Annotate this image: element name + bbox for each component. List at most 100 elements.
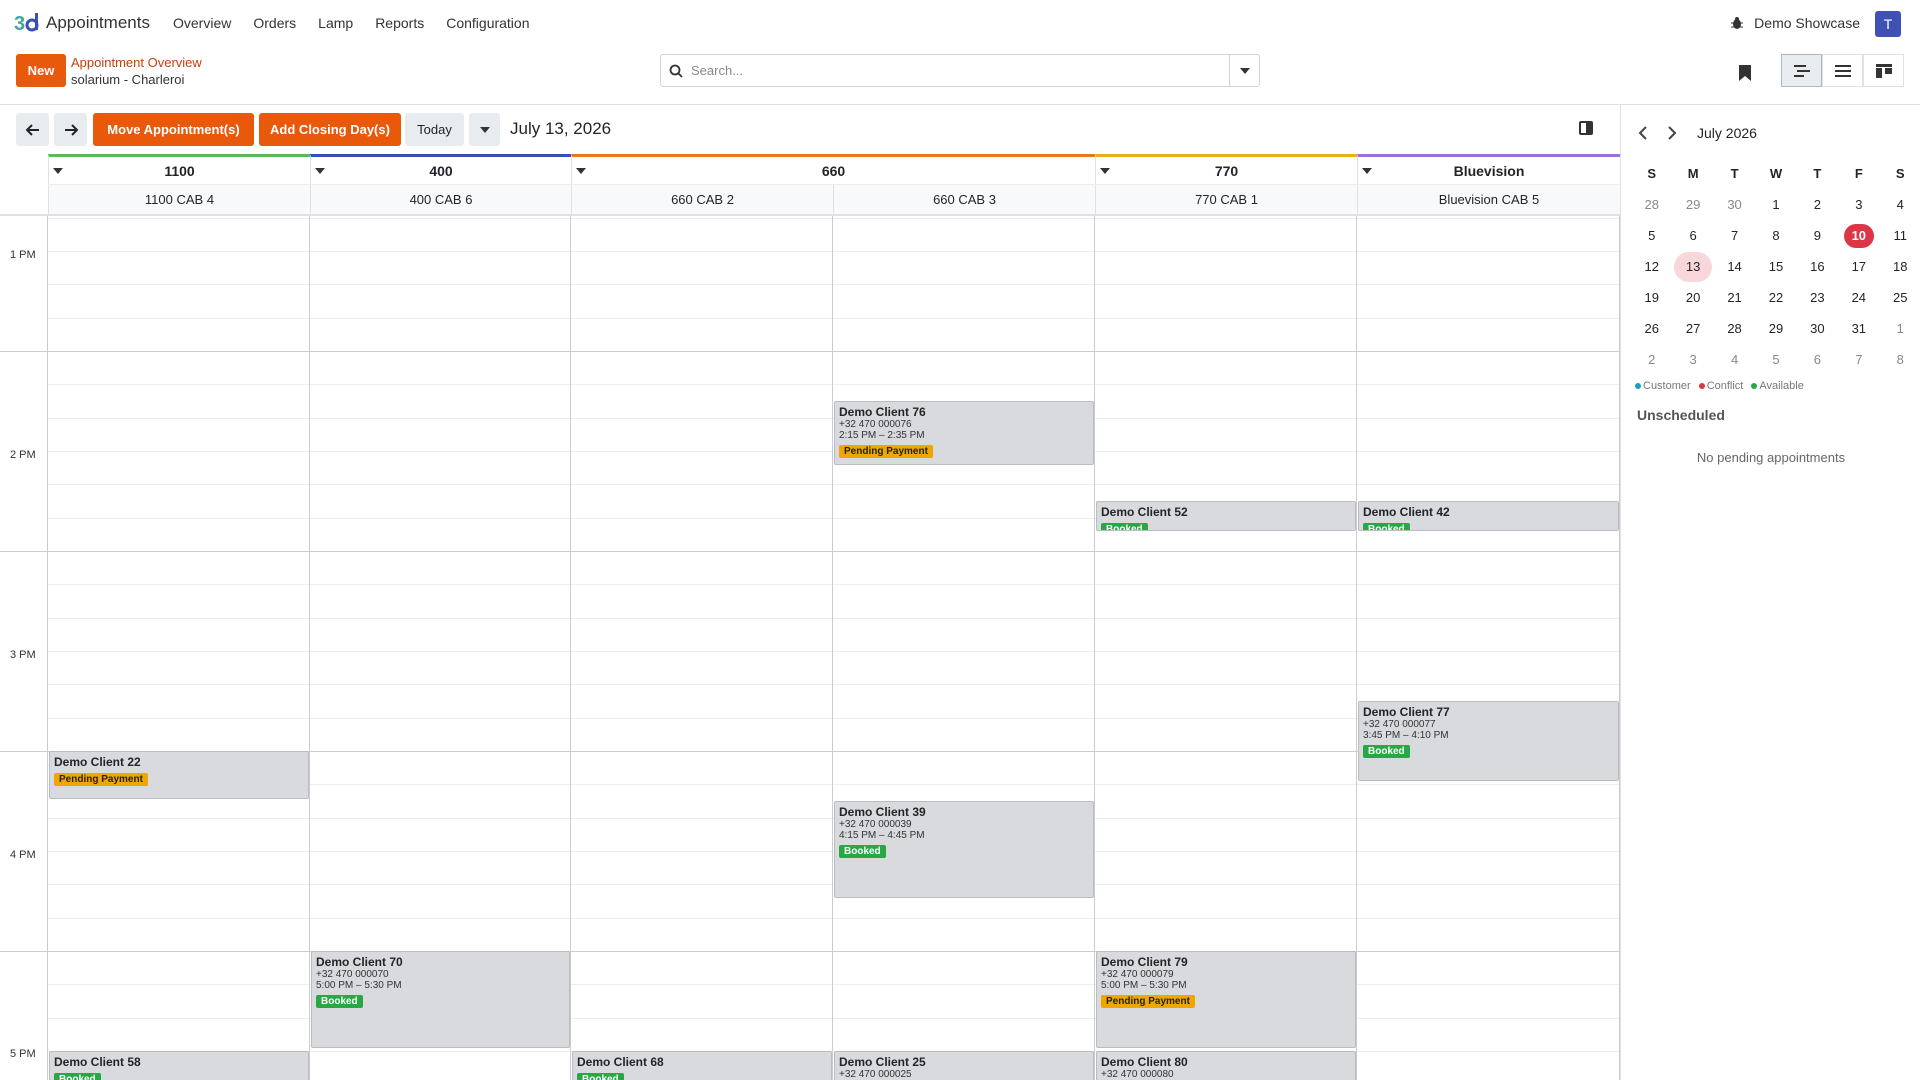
mini-calendar-day[interactable]: 25: [1880, 290, 1920, 305]
appointment-card[interactable]: Demo Client 70 +32 470 000070 5:00 PM – 5:…: [311, 951, 570, 1048]
chevron-down-icon[interactable]: [53, 168, 63, 174]
mini-calendar-day[interactable]: 30: [1714, 197, 1755, 212]
mini-calendar-day[interactable]: 6: [1797, 352, 1838, 367]
mini-calendar-day[interactable]: 16: [1797, 259, 1838, 274]
mini-calendar-day[interactable]: 10: [1838, 223, 1879, 248]
mini-calendar-day[interactable]: 2: [1797, 197, 1838, 212]
appointment-card[interactable]: Demo Client 25 +32 470 000025: [834, 1051, 1094, 1080]
mini-calendar-day[interactable]: 27: [1672, 321, 1713, 336]
add-closing-days-button[interactable]: Add Closing Day(s): [259, 113, 401, 146]
mini-calendar-day[interactable]: 3: [1838, 197, 1879, 212]
chevron-down-icon[interactable]: [1100, 168, 1110, 174]
mini-calendar-day[interactable]: 17: [1838, 259, 1879, 274]
mini-calendar-day[interactable]: 1: [1880, 321, 1920, 336]
breadcrumb-link[interactable]: Appointment Overview: [71, 55, 202, 70]
mini-calendar-day[interactable]: 13: [1672, 251, 1713, 282]
appointment-time: 3:45 PM – 4:10 PM: [1363, 730, 1449, 741]
mini-calendar-day[interactable]: 15: [1755, 259, 1796, 274]
resource-group-header[interactable]: 400: [310, 154, 571, 184]
mini-calendar-day[interactable]: 24: [1838, 290, 1879, 305]
chevron-right-icon[interactable]: [1666, 126, 1678, 140]
mini-calendar-day[interactable]: 8: [1755, 228, 1796, 243]
today-button[interactable]: Today: [405, 113, 464, 146]
resource-group-header[interactable]: Bluevision: [1357, 154, 1620, 184]
mini-calendar-day[interactable]: 5: [1631, 228, 1672, 243]
appointment-card[interactable]: Demo Client 52 Booked: [1096, 501, 1356, 531]
svg-text:3: 3: [14, 13, 25, 35]
appointment-card[interactable]: Demo Client 42 Booked: [1358, 501, 1619, 531]
mini-calendar-day[interactable]: 23: [1797, 290, 1838, 305]
resource-group-header[interactable]: 660: [571, 154, 1095, 184]
mini-calendar-day[interactable]: 7: [1714, 228, 1755, 243]
appointment-card[interactable]: Demo Client 77 +32 470 000077 3:45 PM – 4:…: [1358, 701, 1619, 781]
odoo-logo-icon[interactable]: 3: [14, 11, 40, 35]
mini-calendar-day[interactable]: 22: [1755, 290, 1796, 305]
view-list-button[interactable]: [1822, 54, 1863, 87]
appointment-card[interactable]: Demo Client 79 +32 470 000079 5:00 PM – 5:…: [1096, 951, 1356, 1048]
status-badge: Booked: [577, 1073, 624, 1080]
mini-calendar-day[interactable]: 6: [1672, 228, 1713, 243]
mini-calendar-day[interactable]: 26: [1631, 321, 1672, 336]
bug-icon[interactable]: [1730, 16, 1744, 30]
mini-calendar-day[interactable]: 29: [1672, 197, 1713, 212]
side-panel-toggle-icon[interactable]: [1579, 121, 1593, 135]
view-gantt-button[interactable]: [1781, 54, 1822, 87]
mini-calendar-day[interactable]: 29: [1755, 321, 1796, 336]
bookmark-icon[interactable]: [1738, 64, 1752, 82]
menu-overview[interactable]: Overview: [173, 15, 231, 31]
mini-calendar-day[interactable]: 11: [1880, 228, 1920, 243]
scale-dropdown[interactable]: [469, 113, 500, 146]
menu-orders[interactable]: Orders: [253, 15, 296, 31]
search-options-toggle[interactable]: [1229, 55, 1259, 86]
appointment-card[interactable]: Demo Client 58 Booked: [49, 1051, 309, 1080]
company-switcher[interactable]: Demo Showcase: [1730, 15, 1860, 31]
next-button[interactable]: [54, 113, 87, 146]
mini-calendar-day[interactable]: 21: [1714, 290, 1755, 305]
status-badge-row: Pending Payment: [839, 441, 1089, 459]
mini-calendar-day[interactable]: 30: [1797, 321, 1838, 336]
mini-calendar-day[interactable]: 5: [1755, 352, 1796, 367]
chevron-down-icon[interactable]: [1362, 168, 1372, 174]
mini-calendar-day[interactable]: 9: [1797, 228, 1838, 243]
menu-configuration[interactable]: Configuration: [446, 15, 529, 31]
search-input[interactable]: Search...: [691, 63, 1229, 78]
view-kanban-button[interactable]: [1863, 54, 1904, 87]
mini-calendar-day[interactable]: 31: [1838, 321, 1879, 336]
resource-group-header[interactable]: 1100: [48, 154, 310, 184]
mini-calendar-day[interactable]: 28: [1714, 321, 1755, 336]
mini-calendar-day[interactable]: 4: [1714, 352, 1755, 367]
prev-button[interactable]: [16, 113, 49, 146]
mini-calendar-day[interactable]: 7: [1838, 352, 1879, 367]
appointment-card[interactable]: Demo Client 39 +32 470 000039 4:15 PM – 4:…: [834, 801, 1094, 898]
mini-calendar-day[interactable]: 2: [1631, 352, 1672, 367]
new-button[interactable]: New: [16, 54, 66, 87]
appointment-phone: +32 470 000076: [839, 419, 912, 430]
mini-calendar-day[interactable]: 12: [1631, 259, 1672, 274]
mini-calendar-day[interactable]: 4: [1880, 197, 1920, 212]
grid-hour-line: [0, 351, 1620, 352]
appointment-client-name: Demo Client 22: [54, 755, 141, 769]
mini-calendar-day[interactable]: 14: [1714, 259, 1755, 274]
chevron-down-icon[interactable]: [315, 168, 325, 174]
status-badge-row: Pending Payment: [54, 769, 304, 787]
mini-calendar-day[interactable]: 18: [1880, 259, 1920, 274]
resource-group-header[interactable]: 770: [1095, 154, 1357, 184]
mini-calendar-day[interactable]: 3: [1672, 352, 1713, 367]
menu-reports[interactable]: Reports: [375, 15, 424, 31]
chevron-down-icon[interactable]: [576, 168, 586, 174]
mini-calendar-day[interactable]: 8: [1880, 352, 1920, 367]
mini-calendar-day[interactable]: 1: [1755, 197, 1796, 212]
move-appointments-button[interactable]: Move Appointment(s): [93, 113, 254, 146]
user-avatar[interactable]: T: [1875, 11, 1901, 37]
chevron-left-icon[interactable]: [1637, 126, 1649, 140]
appointment-card[interactable]: Demo Client 80 +32 470 000080: [1096, 1051, 1356, 1080]
appointment-card[interactable]: Demo Client 22 Pending Payment: [49, 751, 309, 799]
mini-calendar-day[interactable]: 19: [1631, 290, 1672, 305]
app-name[interactable]: Appointments: [46, 13, 150, 33]
appointment-card[interactable]: Demo Client 68 Booked: [572, 1051, 832, 1080]
appointment-card[interactable]: Demo Client 76 +32 470 000076 2:15 PM – 2:…: [834, 401, 1094, 465]
mini-calendar-day[interactable]: 20: [1672, 290, 1713, 305]
menu-lamp[interactable]: Lamp: [318, 15, 353, 31]
mini-calendar-day[interactable]: 28: [1631, 197, 1672, 212]
search-bar[interactable]: Search...: [660, 54, 1260, 87]
